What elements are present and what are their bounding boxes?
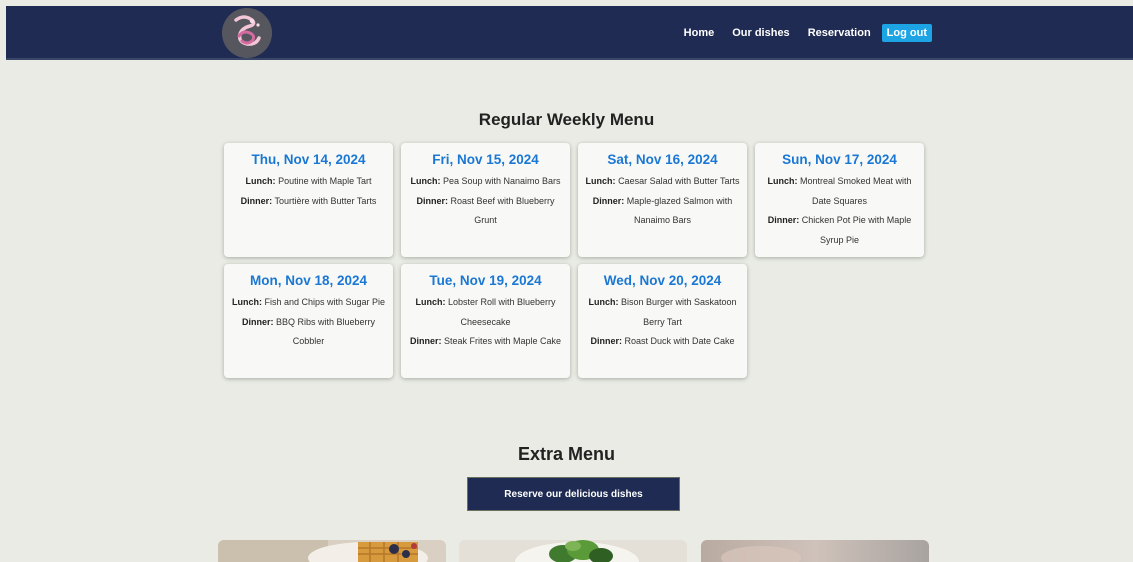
dish-photo-salad[interactable] (459, 540, 687, 562)
logout-button[interactable]: Log out (881, 24, 932, 42)
day-card-thu: Thu, Nov 14, 2024 Lunch: Poutine with Ma… (224, 143, 393, 257)
card-date: Fri, Nov 15, 2024 (432, 152, 539, 167)
card-dinner: Dinner: Chicken Pot Pie with Maple Syrup… (767, 215, 912, 245)
day-card-mon: Mon, Nov 18, 2024 Lunch: Fish and Chips … (224, 264, 393, 378)
card-dinner: Dinner: Tourtière with Butter Tarts (240, 195, 377, 206)
card-date: Sat, Nov 16, 2024 (607, 152, 718, 167)
card-lunch: Lunch: Poutine with Maple Tart (245, 176, 372, 186)
day-card-sun: Sun, Nov 17, 2024 Lunch: Montreal Smoked… (755, 143, 924, 257)
nav-link-our-dishes[interactable]: Our dishes (732, 27, 789, 39)
nav-link-home[interactable]: Home (684, 27, 715, 39)
card-lunch: Lunch: Fish and Chips with Sugar Pie (231, 297, 386, 307)
extra-menu-title: Extra Menu (517, 444, 616, 464)
card-dinner: Dinner: Steak Frites with Maple Cake (409, 336, 562, 346)
day-card-fri: Fri, Nov 15, 2024 Lunch: Pea Soup with N… (401, 143, 570, 257)
card-date: Wed, Nov 20, 2024 (603, 273, 722, 288)
card-date: Mon, Nov 18, 2024 (249, 273, 368, 288)
card-lunch: Lunch: Lobster Roll with Blueberry Chees… (415, 297, 556, 327)
card-dinner: Dinner: Maple-glazed Salmon with Nanaimo… (592, 195, 733, 226)
nav-links: Home Our dishes Reservation Log out (666, 24, 932, 42)
card-lunch: Lunch: Bison Burger with Saskatoon Berry… (588, 297, 737, 327)
card-date: Sun, Nov 17, 2024 (782, 152, 897, 167)
card-dinner: Dinner: BBQ Ribs with Blueberry Cobbler (241, 316, 376, 347)
card-dinner: Dinner: Roast Beef with Blueberry Grunt (416, 195, 555, 226)
card-lunch: Lunch: Caesar Salad with Butter Tarts (585, 176, 740, 186)
weekly-menu-title: Regular Weekly Menu (478, 110, 655, 129)
navbar: Home Our dishes Reservation Log out (6, 6, 1133, 60)
nav-link-reservation[interactable]: Reservation (808, 27, 871, 39)
dish-photo-waffles[interactable] (218, 540, 446, 562)
card-lunch: Lunch: Montreal Smoked Meat with Date Sq… (767, 176, 912, 206)
chef-logo-icon[interactable] (222, 8, 272, 58)
card-date: Tue, Nov 19, 2024 (429, 273, 542, 288)
card-dinner: Dinner: Roast Duck with Date Cake (590, 336, 735, 346)
day-card-sat: Sat, Nov 16, 2024 Lunch: Caesar Salad wi… (578, 143, 747, 257)
day-card-tue: Tue, Nov 19, 2024 Lunch: Lobster Roll wi… (401, 264, 570, 378)
dish-photo-blurred[interactable] (701, 540, 929, 562)
reserve-dishes-button[interactable]: Reserve our delicious dishes (467, 477, 680, 511)
card-date: Thu, Nov 14, 2024 (251, 152, 366, 167)
day-card-wed: Wed, Nov 20, 2024 Lunch: Bison Burger wi… (578, 264, 747, 378)
card-lunch: Lunch: Pea Soup with Nanaimo Bars (410, 176, 561, 186)
